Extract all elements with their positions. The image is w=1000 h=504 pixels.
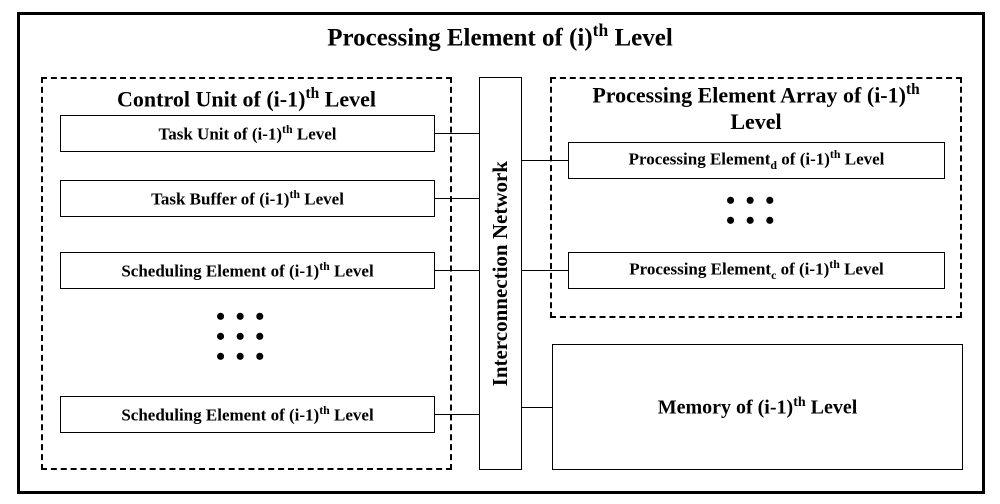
connector-pe-d	[522, 160, 568, 161]
control-unit-dots-3: • • •	[216, 342, 266, 372]
connector-memory	[522, 407, 552, 408]
connector-task-buffer	[435, 198, 479, 199]
connector-sched-1	[435, 270, 479, 271]
main-title-suffix: Level	[608, 24, 673, 51]
connector-task-unit	[435, 133, 479, 134]
connector-sched-2	[435, 414, 479, 415]
main-title-sup: th	[593, 20, 609, 40]
interconnection-network-label: Interconnection Network	[488, 161, 513, 386]
task-buffer-box: Task Buffer of (i-1)th Level	[60, 180, 435, 217]
connector-pe-c	[522, 270, 568, 271]
scheduling-element-2-box: Scheduling Element of (i-1)th Level	[60, 396, 435, 433]
scheduling-element-1-box: Scheduling Element of (i-1)th Level	[60, 252, 435, 289]
main-title-prefix: Processing Element of (i)	[327, 24, 592, 51]
main-title: Processing Element of (i)th Level	[0, 20, 1000, 52]
memory-box: Memory of (i-1)th Level	[552, 344, 963, 470]
control-unit-title: Control Unit of (i-1)th Level	[43, 85, 450, 112]
pe-d-box: Processing Elementd of (i-1)th Level	[568, 142, 945, 179]
pe-array-dots-2: • • •	[726, 206, 776, 236]
pe-c-box: Processing Elementc of (i-1)th Level	[568, 252, 945, 289]
interconnection-network-box: Interconnection Network	[479, 77, 522, 470]
task-unit-box: Task Unit of (i-1)th Level	[60, 115, 435, 152]
pe-array-title: Processing Element Array of (i-1)th Leve…	[552, 81, 960, 135]
